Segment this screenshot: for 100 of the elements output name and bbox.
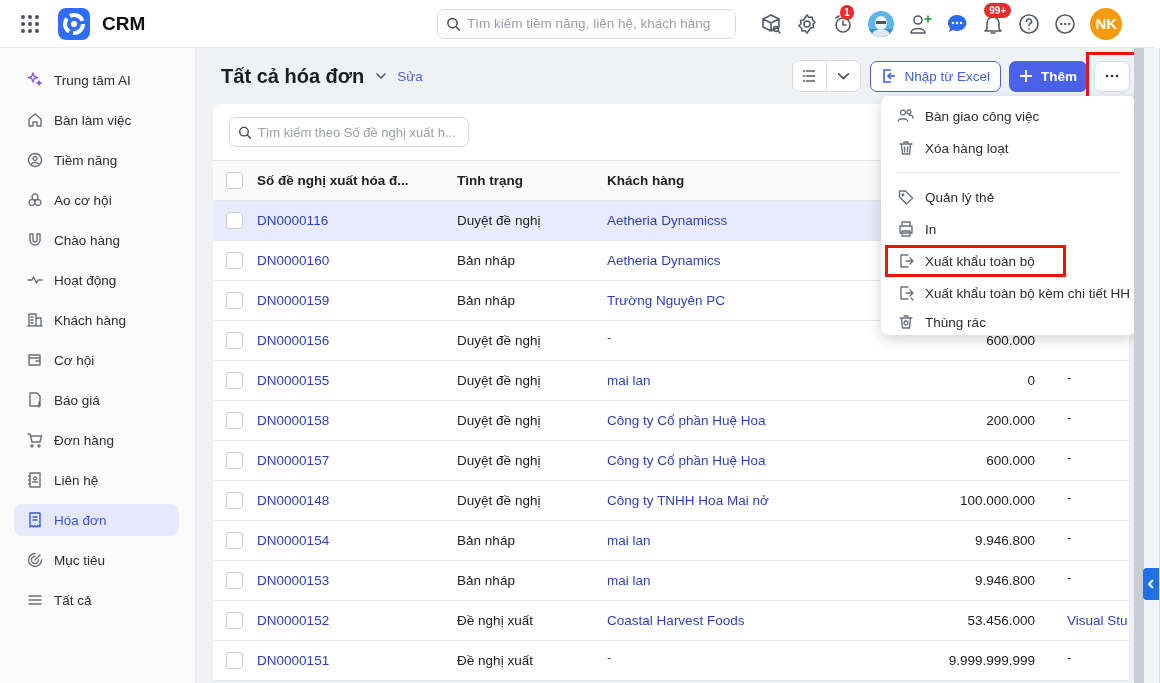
customer-link[interactable]: Công ty Cổ phần Huệ Hoa xyxy=(607,453,766,468)
table-cell: - xyxy=(1067,570,1072,585)
checkbox[interactable] xyxy=(226,492,244,509)
search-field[interactable]: Tìm kiếm theo Số đề nghị xuất h... xyxy=(229,117,470,147)
more-button[interactable] xyxy=(1094,60,1131,92)
sidebar-item[interactable]: Chào hàng xyxy=(14,224,180,256)
sidebar-item[interactable]: Báo giá xyxy=(14,384,180,416)
add-user-icon[interactable] xyxy=(908,12,933,35)
checkbox[interactable] xyxy=(226,412,244,429)
column-header[interactable]: Tình trạng xyxy=(457,173,524,188)
sidebar-item[interactable]: Trung tâm AI xyxy=(14,64,180,96)
checkbox[interactable] xyxy=(226,612,244,629)
menu-item[interactable]: Xóa hàng loạt xyxy=(881,132,1135,164)
menu-item[interactable]: Thùng rác xyxy=(881,309,1135,335)
customer-link[interactable]: Coastal Harvest Foods xyxy=(607,613,745,628)
sidebar-item[interactable]: Đơn hàng xyxy=(14,424,180,456)
table-cell: Duyệt đề nghị xyxy=(457,453,541,468)
invoice-link[interactable]: DN0000153 xyxy=(257,573,330,588)
checkbox[interactable] xyxy=(226,372,244,389)
table-cell: Đề nghị xuất xyxy=(457,613,533,628)
checkbox[interactable] xyxy=(226,652,244,669)
invoice-link[interactable]: DN0000159 xyxy=(257,293,330,308)
box-search-icon[interactable] xyxy=(760,12,783,35)
customer-link[interactable]: Công ty TNHH Hoa Mai nở xyxy=(607,493,769,508)
sidebar-item[interactable]: Tiềm năng xyxy=(14,144,180,176)
table-cell: - xyxy=(607,330,612,345)
edit-link[interactable]: Sửa xyxy=(397,68,423,84)
search-icon xyxy=(238,124,252,140)
search-icon xyxy=(446,15,462,32)
sidebar-item[interactable]: Mục tiêu xyxy=(14,544,180,576)
column-header[interactable]: Khách hàng xyxy=(607,173,685,188)
invoice-link[interactable]: DN0000154 xyxy=(257,533,330,548)
checkbox[interactable] xyxy=(226,252,244,269)
customer-link[interactable]: Công ty Cổ phần Huệ Hoa xyxy=(607,413,766,428)
table-cell: Duyệt đề nghị xyxy=(457,493,541,508)
checkbox[interactable] xyxy=(226,172,244,189)
import-icon xyxy=(880,68,897,84)
sidebar-item[interactable]: Hoạt động xyxy=(14,264,180,296)
customer-link[interactable]: Aetheria Dynamicss xyxy=(607,213,728,228)
table-cell: Duyệt đề nghị xyxy=(457,213,541,228)
checkbox[interactable] xyxy=(226,572,244,589)
checkbox[interactable] xyxy=(226,532,244,549)
circles-icon xyxy=(26,191,44,209)
scrollbar[interactable] xyxy=(1134,48,1145,683)
customer-link[interactable]: Aetheria Dynamics xyxy=(607,253,721,268)
menu-item[interactable]: Xuất khẩu toàn bộ kèm chi tiết HH xyxy=(881,277,1135,309)
sidebar-item[interactable]: Ao cơ hội xyxy=(14,184,180,216)
chat-icon[interactable] xyxy=(946,12,969,35)
table-cell: - xyxy=(607,650,612,665)
invoice-link[interactable]: DN0000116 xyxy=(257,213,329,228)
table-cell: 0 xyxy=(1027,373,1036,388)
checkbox[interactable] xyxy=(226,452,244,469)
customer-link[interactable]: Trường Nguyên PC xyxy=(607,293,726,308)
cart-icon xyxy=(26,431,44,449)
sidebar-item[interactable]: Hóa đơn xyxy=(14,504,180,536)
document-icon xyxy=(26,391,44,409)
invoice-link[interactable]: DN0000151 xyxy=(257,653,330,668)
target-icon xyxy=(26,551,44,569)
sidebar-item[interactable]: Tất cả xyxy=(14,584,180,616)
notification-badge: 99+ xyxy=(984,2,1012,18)
printer-icon xyxy=(897,220,916,238)
checkbox[interactable] xyxy=(226,332,244,349)
settings-icon[interactable] xyxy=(796,12,819,35)
customer-link[interactable]: mai lan xyxy=(607,533,651,548)
import-button[interactable]: Nhập từ Excel xyxy=(869,60,1002,92)
more-icon[interactable] xyxy=(1054,12,1077,35)
invoice-link[interactable]: DN0000152 xyxy=(257,613,330,628)
sidebar-item[interactable]: Cơ hội xyxy=(14,344,180,376)
menu-item[interactable]: Xuất khẩu toàn bộ xyxy=(885,245,1066,277)
invoice-link[interactable]: DN0000157 xyxy=(257,453,330,468)
table-link[interactable]: Visual Stu xyxy=(1067,613,1128,628)
plus-icon xyxy=(1019,69,1034,83)
table-cell: 9.999.999.999 xyxy=(948,653,1036,668)
invoice-link[interactable]: DN0000158 xyxy=(257,413,330,428)
customer-link[interactable]: mai lan xyxy=(607,573,651,588)
help-icon[interactable] xyxy=(1018,12,1041,35)
sidebar-item[interactable]: Khách hàng xyxy=(14,304,180,336)
invoice-link[interactable]: DN0000156 xyxy=(257,333,330,348)
collapse-tab[interactable] xyxy=(1143,568,1160,600)
invoice-link[interactable]: DN0000148 xyxy=(257,493,330,508)
table-cell: 600.000 xyxy=(986,333,1036,348)
checkbox[interactable] xyxy=(226,292,244,309)
add-button[interactable]: Thêm xyxy=(1009,60,1088,92)
table-cell: Duyệt đề nghị xyxy=(457,413,541,428)
sidebar-item[interactable]: Liên hệ xyxy=(14,464,180,496)
column-header[interactable]: Số đề nghị xuất hóa đ... xyxy=(257,173,409,188)
checkbox[interactable] xyxy=(226,212,244,229)
menu-item[interactable]: Bàn giao công việc xyxy=(881,100,1135,132)
home-icon xyxy=(26,111,44,129)
table-cell: 9.946.800 xyxy=(975,533,1036,548)
apps-icon[interactable] xyxy=(20,13,40,34)
search-field[interactable]: Tìm kiếm tiềm năng, liên hệ, khách hàng xyxy=(437,8,737,39)
invoice-link[interactable]: DN0000160 xyxy=(257,253,330,268)
wallet-icon xyxy=(26,351,44,369)
sidebar-item[interactable]: Bàn làm việc xyxy=(14,104,180,136)
table-cell: - xyxy=(1067,450,1072,465)
invoice-link[interactable]: DN0000155 xyxy=(257,373,330,388)
table-cell: - xyxy=(1067,650,1072,665)
table-cell: 600.000 xyxy=(986,453,1036,468)
customer-link[interactable]: mai lan xyxy=(607,373,651,388)
